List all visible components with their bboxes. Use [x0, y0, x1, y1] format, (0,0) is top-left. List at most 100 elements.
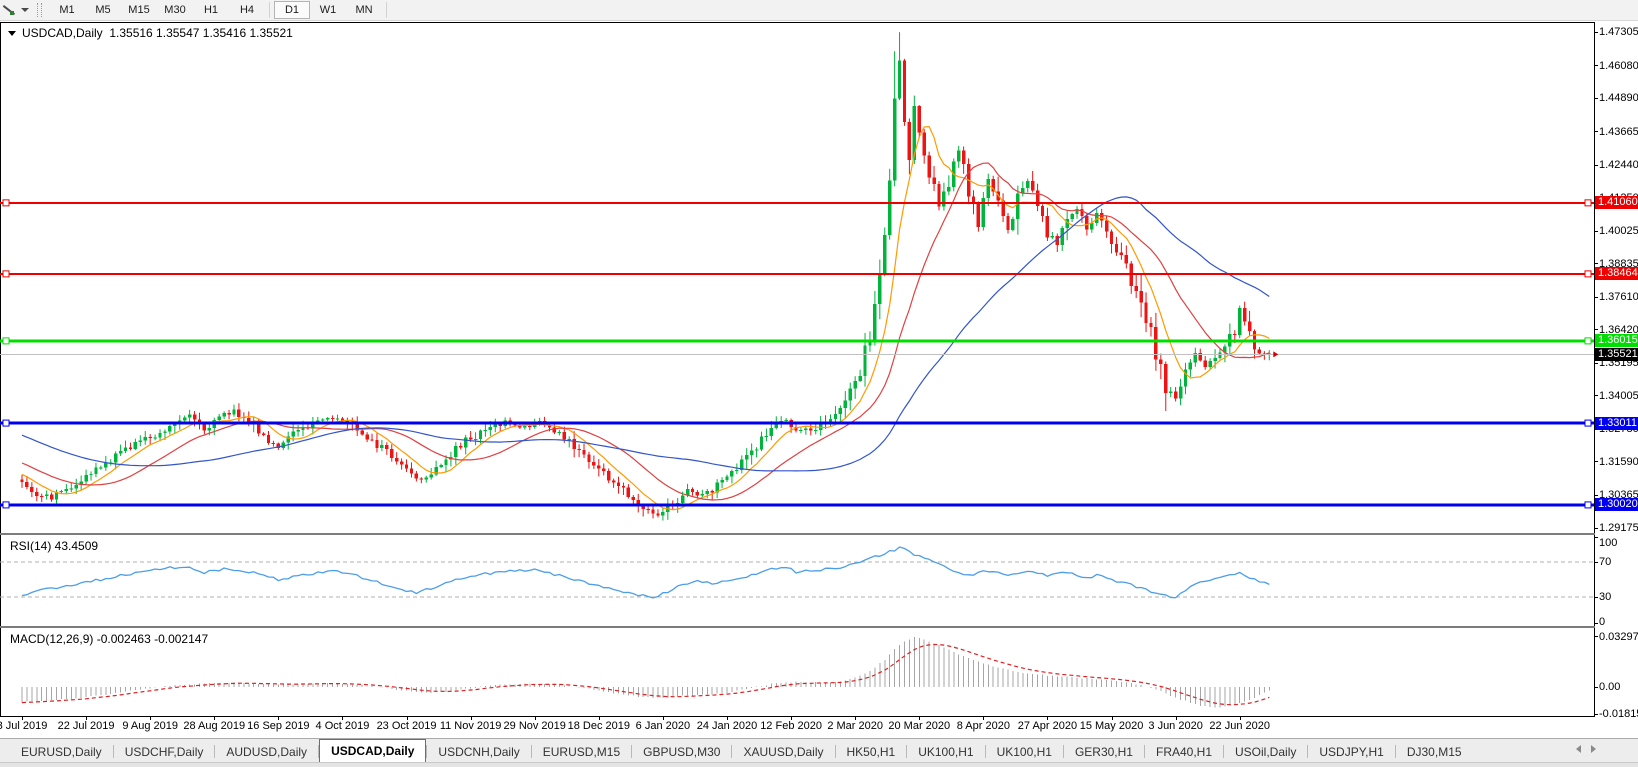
candle	[745, 448, 749, 469]
candle	[429, 468, 433, 480]
line-anchor-handle[interactable]	[2, 270, 10, 278]
timeframe-button-h4[interactable]: H4	[229, 1, 265, 19]
line-anchor-handle[interactable]	[1584, 419, 1592, 427]
candle	[1075, 206, 1079, 219]
candle	[887, 168, 892, 240]
candle	[355, 416, 359, 436]
chart-tab-eurusd-m15[interactable]: EURUSD,M15	[532, 742, 631, 762]
candle	[582, 443, 586, 459]
level-price-label: 1.33011	[1595, 416, 1638, 430]
candle	[1203, 355, 1207, 370]
timeframe-button-m30[interactable]: M30	[157, 1, 193, 19]
candle	[1006, 212, 1010, 234]
trendline-tool-icon[interactable]	[3, 4, 16, 17]
candle	[133, 438, 138, 451]
tabs-scroll-left-icon[interactable]	[1576, 745, 1581, 753]
candle	[69, 482, 73, 492]
candle	[572, 431, 576, 458]
time-tick-label: 3 Jun 2020	[1148, 720, 1203, 732]
chart-tab-usdcnh-daily[interactable]: USDCNH,Daily	[427, 742, 530, 762]
chart-tab-usdchf-daily[interactable]: USDCHF,Daily	[114, 742, 215, 762]
chart-tab-eurusd-daily[interactable]: EURUSD,Daily	[10, 742, 113, 762]
line-anchor-handle[interactable]	[1584, 270, 1592, 278]
candle	[493, 418, 497, 433]
candle	[932, 166, 936, 192]
candle	[799, 427, 803, 434]
rsi-pane-canvas[interactable]	[0, 535, 1594, 626]
rsi-tick-label: 30	[1599, 591, 1612, 603]
chart-tab-gbpusd-m30[interactable]: GBPUSD,M30	[632, 742, 731, 762]
candle	[182, 415, 187, 422]
candle	[1119, 242, 1124, 260]
chart-tab-usdjpy-h1[interactable]: USDJPY,H1	[1308, 742, 1394, 762]
line-anchor-handle[interactable]	[2, 501, 10, 509]
chart-tab-fra40-h1[interactable]: FRA40,H1	[1145, 742, 1223, 762]
candle	[853, 376, 857, 399]
candle	[473, 432, 478, 446]
candle	[394, 452, 399, 465]
line-anchor-handle[interactable]	[1584, 337, 1592, 345]
line-anchor-handle[interactable]	[2, 199, 10, 207]
chart-tab-hk50-h1[interactable]: HK50,H1	[836, 742, 907, 762]
candle	[79, 475, 83, 491]
bottom-strip	[0, 762, 1638, 767]
time-tick-label: 24 Jan 2020	[696, 720, 758, 732]
candle	[715, 479, 719, 499]
time-tick-label: 23 Oct 2019	[376, 720, 437, 732]
timeframe-button-mn[interactable]: MN	[346, 1, 382, 19]
candle	[1021, 181, 1025, 197]
line-anchor-handle[interactable]	[2, 337, 10, 345]
candle	[646, 505, 650, 514]
timeframe-button-w1[interactable]: W1	[310, 1, 346, 19]
candle	[1040, 204, 1045, 222]
line-anchor-handle[interactable]	[1584, 199, 1592, 207]
candle	[1070, 212, 1074, 223]
macd-pane-canvas[interactable]	[0, 628, 1594, 716]
toolbar-grip[interactable]	[37, 3, 42, 17]
candle	[404, 459, 409, 473]
candle	[641, 504, 645, 517]
candle	[1129, 260, 1133, 294]
candle	[49, 492, 54, 502]
chart-title[interactable]: USDCAD,Daily 1.35516 1.35547 1.35416 1.3…	[8, 26, 293, 40]
candle	[148, 434, 152, 445]
timeframe-button-m5[interactable]: M5	[85, 1, 121, 19]
toolbar-separator	[269, 2, 270, 18]
tabs-scroll-right-icon[interactable]	[1591, 745, 1596, 753]
candle	[557, 429, 562, 436]
chart-tab-dj30-m15[interactable]: DJ30,M15	[1396, 742, 1473, 762]
caret-down-icon[interactable]	[21, 8, 29, 12]
last-price-marker-icon	[1273, 351, 1279, 358]
candle	[636, 493, 640, 513]
chart-tab-usoil-daily[interactable]: USOil,Daily	[1224, 742, 1307, 762]
main-chart-canvas[interactable]	[0, 23, 1594, 533]
chart-tab-uk100-h1[interactable]: UK100,H1	[986, 742, 1063, 762]
price-tick-mark	[1594, 296, 1598, 298]
candle	[804, 426, 808, 435]
timeframe-button-m15[interactable]: M15	[121, 1, 157, 19]
price-tick-mark	[1594, 131, 1598, 133]
candle	[1208, 358, 1212, 369]
timeframe-button-h1[interactable]: H1	[193, 1, 229, 19]
candle	[1198, 348, 1202, 362]
candle	[976, 201, 981, 232]
candle	[1178, 378, 1183, 406]
chart-tab-ger30-h1[interactable]: GER30,H1	[1064, 742, 1144, 762]
chart-tab-uk100-h1[interactable]: UK100,H1	[907, 742, 984, 762]
line-anchor-handle[interactable]	[2, 419, 10, 427]
candle	[848, 382, 852, 411]
chart-tab-usdcad-daily[interactable]: USDCAD,Daily	[319, 739, 427, 762]
rsi-line	[21, 546, 1270, 599]
candle	[1168, 386, 1173, 398]
timeframe-button-d1[interactable]: D1	[274, 1, 310, 19]
candle	[271, 440, 276, 447]
line-anchor-handle[interactable]	[1584, 501, 1592, 509]
chart-tab-xauusd-daily[interactable]: XAUUSD,Daily	[732, 742, 834, 762]
timeframe-button-m1[interactable]: M1	[49, 1, 85, 19]
chart-tab-audusd-daily[interactable]: AUDUSD,Daily	[215, 742, 318, 762]
candle	[656, 509, 660, 518]
candle	[434, 460, 438, 477]
drawing-tool-group[interactable]	[0, 0, 33, 20]
chart-title-caret-icon[interactable]	[8, 30, 16, 36]
candle	[385, 442, 389, 455]
